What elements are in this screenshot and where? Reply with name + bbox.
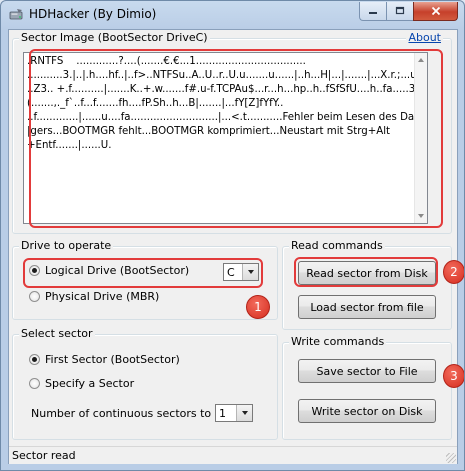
- sector-hex-lines: .RNTFS .............?....(.......€.€...1…: [24, 55, 414, 153]
- radio-unselected-icon: [29, 291, 40, 302]
- read-commands-group: Read commands Read sector from Disk Load…: [282, 239, 452, 330]
- first-sector-radio[interactable]: First Sector (BootSector): [29, 353, 180, 366]
- drive-legend: Drive to operate: [19, 239, 114, 252]
- caption-buttons: [359, 2, 458, 21]
- select-sector-legend: Select sector: [19, 327, 95, 340]
- minimize-button[interactable]: [359, 2, 386, 21]
- select-sector-group: Select sector First Sector (BootSector) …: [12, 327, 278, 440]
- close-icon: [431, 6, 440, 16]
- sector-count-label: Number of continuous sectors to read: [31, 407, 240, 420]
- hex-view-scrollbar[interactable]: [414, 53, 427, 223]
- chevron-down-icon[interactable]: [236, 405, 252, 421]
- hex-line: (.......,._f`..f...f.......fh....fP.Sh..…: [27, 98, 284, 109]
- hex-line: .RNTFS .............?....(.......€.€...1…: [27, 56, 306, 67]
- hex-line: +Entf.......|......U.: [27, 140, 112, 151]
- hex-line: ..f.............|......u....fa..........…: [27, 112, 414, 123]
- about-link[interactable]: About: [406, 31, 443, 44]
- read-commands-legend: Read commands: [289, 239, 385, 252]
- close-button[interactable]: [413, 2, 458, 21]
- physical-drive-radio[interactable]: Physical Drive (MBR): [29, 290, 159, 303]
- first-sector-label: First Sector (BootSector): [45, 353, 180, 366]
- specify-sector-label: Specify a Sector: [45, 377, 135, 390]
- minimize-icon: [369, 12, 377, 14]
- hex-line: ...........3.|..|.h....hf..|..f>..NTFSu.…: [27, 70, 414, 81]
- title-bar[interactable]: HDHacker (By Dimio): [1, 1, 464, 29]
- write-commands-legend: Write commands: [289, 335, 387, 348]
- status-text: Sector read: [12, 449, 76, 462]
- drive-letter-value: C: [227, 265, 235, 279]
- sector-image-group: Sector Image (BootSector DriveC) About .…: [12, 31, 452, 234]
- write-commands-group: Write commands Save sector to File Write…: [282, 335, 452, 440]
- step-badge-3: 3: [443, 364, 464, 388]
- radio-selected-icon: [29, 354, 40, 365]
- scroll-up-icon[interactable]: [418, 58, 424, 62]
- logical-drive-radio[interactable]: Logical Drive (BootSector): [29, 264, 189, 277]
- sector-count-value: 1: [219, 406, 226, 420]
- radio-unselected-icon: [29, 378, 40, 389]
- load-sector-from-file-button[interactable]: Load sector from file: [298, 295, 436, 319]
- client-area: Sector Image (BootSector DriveC) About .…: [8, 29, 464, 464]
- sector-image-legend: Sector Image (BootSector DriveC): [19, 31, 210, 44]
- hdhacker-app-icon: [9, 9, 23, 20]
- physical-drive-label: Physical Drive (MBR): [45, 290, 160, 303]
- hex-line: ..Z3.. +.f..........|.......K..+.w......…: [27, 84, 414, 95]
- step-badge-2: 2: [443, 260, 464, 284]
- maximize-icon: [395, 6, 405, 15]
- status-bar: Sector read: [9, 446, 457, 464]
- window-title: HDHacker (By Dimio): [29, 7, 157, 21]
- specify-sector-radio[interactable]: Specify a Sector: [29, 377, 134, 390]
- resize-grip-icon[interactable]: [446, 453, 456, 463]
- step-badge-1: 1: [246, 295, 270, 319]
- read-sector-from-disk-button[interactable]: Read sector from Disk: [298, 261, 436, 285]
- save-sector-to-file-button[interactable]: Save sector to File: [298, 359, 436, 383]
- maximize-button[interactable]: [386, 2, 413, 21]
- write-sector-on-disk-button[interactable]: Write sector on Disk: [298, 399, 436, 423]
- logical-drive-label: Logical Drive (BootSector): [45, 264, 190, 277]
- chevron-down-icon[interactable]: [242, 264, 258, 280]
- drive-letter-select[interactable]: C: [223, 263, 259, 281]
- scroll-down-icon[interactable]: [418, 214, 424, 218]
- sector-hex-view[interactable]: .RNTFS .............?....(.......€.€...1…: [23, 52, 428, 224]
- drive-group: Drive to operate Logical Drive (BootSect…: [12, 239, 278, 320]
- app-window: HDHacker (By Dimio) Sector Image (BootSe…: [0, 0, 465, 471]
- hex-line: |gers...BOOTMGR fehlt...BOOTMGR komprimi…: [27, 126, 391, 137]
- sector-count-select[interactable]: 1: [215, 404, 253, 422]
- radio-selected-icon: [29, 265, 40, 276]
